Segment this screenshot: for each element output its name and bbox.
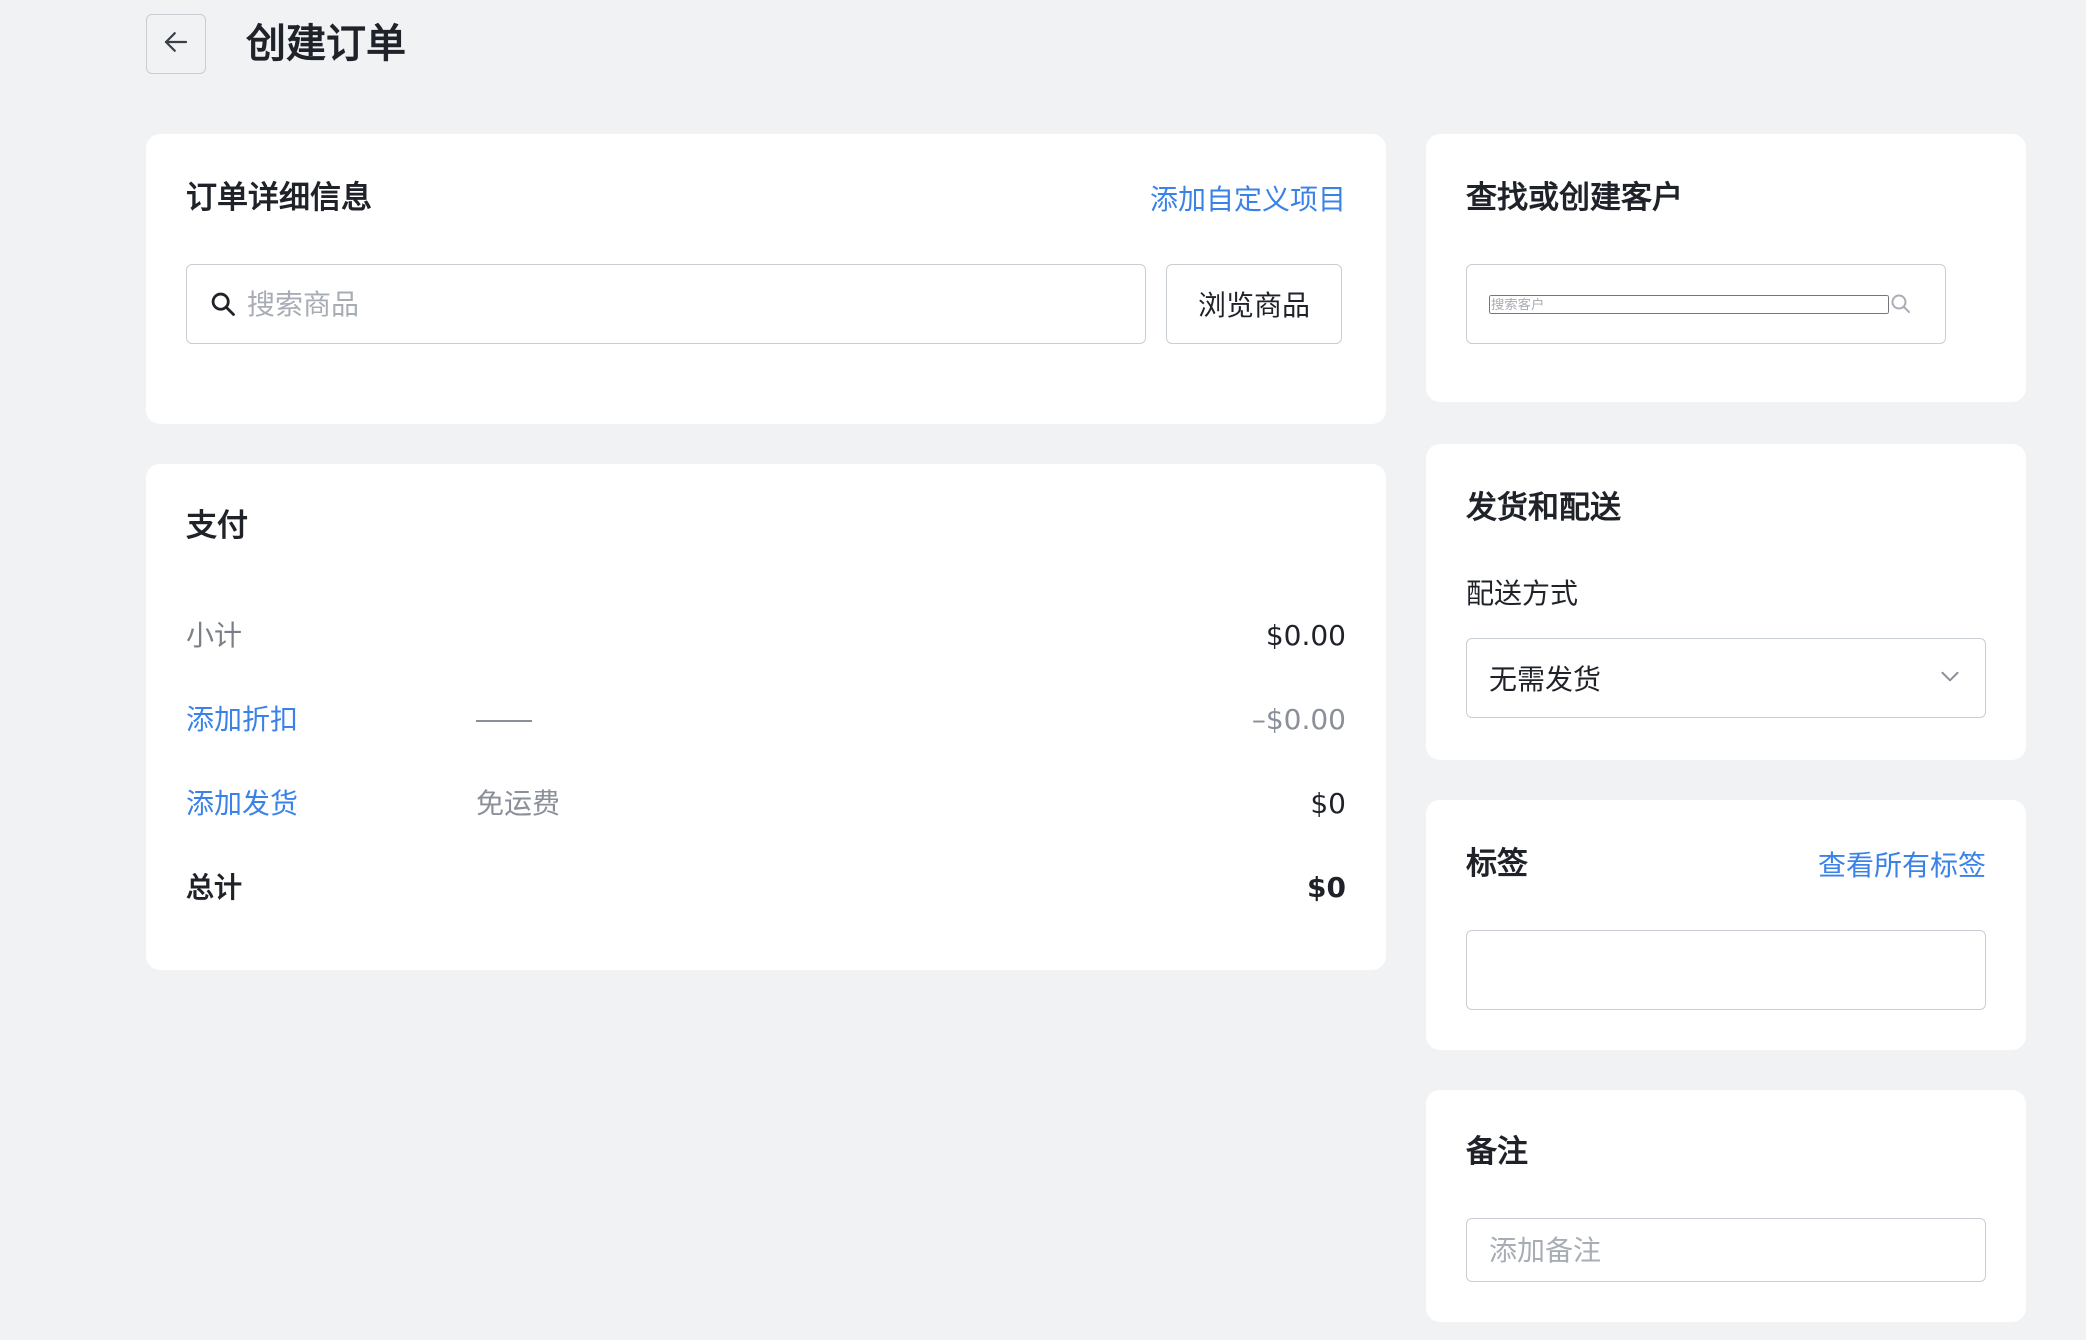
shipping-method-label: 配送方式 <box>1466 577 1579 610</box>
notes-card: 备注 <box>1426 1090 2026 1322</box>
shipping-value: $0 <box>1310 787 1346 820</box>
notes-field[interactable] <box>1466 1218 1986 1282</box>
shipping-method-select[interactable]: 无需发货 <box>1466 638 1986 718</box>
arrow-left-icon <box>161 27 191 61</box>
customer-search-field[interactable] <box>1466 264 1946 344</box>
order-details-card: 订单详细信息 添加自定义项目 浏览商品 <box>146 134 1386 424</box>
shipping-note: 免运费 <box>476 787 561 820</box>
page-title: 创建订单 <box>246 21 406 67</box>
add-shipping-link[interactable]: 添加发货 <box>186 784 298 824</box>
view-all-tags-link[interactable]: 查看所有标签 <box>1818 846 1986 886</box>
payment-card: 支付 小计 $0.00 添加折扣 –$0.00 添加发货 免运费 $0 总计 $… <box>146 464 1386 970</box>
discount-value: –$0.00 <box>1251 703 1346 736</box>
back-button[interactable] <box>146 14 206 74</box>
subtotal-value: $0.00 <box>1265 619 1346 652</box>
search-icon <box>1889 289 1919 319</box>
total-label: 总计 <box>186 871 243 904</box>
notes-input[interactable] <box>1489 1233 1959 1267</box>
customer-search-input[interactable] <box>1489 294 1889 314</box>
shipping-title: 发货和配送 <box>1466 490 1621 526</box>
create-order-page: 创建订单 订单详细信息 添加自定义项目 浏览商品 支付 小计 $0.00 添加折… <box>0 0 2086 1340</box>
product-search-field[interactable] <box>186 264 1146 344</box>
subtotal-label: 小计 <box>186 619 243 652</box>
tags-title: 标签 <box>1466 846 1528 882</box>
shipping-method-value: 无需发货 <box>1489 663 1602 696</box>
browse-products-button[interactable]: 浏览商品 <box>1166 264 1342 344</box>
total-value: $0 <box>1307 871 1346 904</box>
discount-row: 添加折扣 –$0.00 <box>186 700 1346 740</box>
shipping-card: 发货和配送 配送方式 无需发货 <box>1426 444 2026 760</box>
shipping-row: 添加发货 免运费 $0 <box>186 784 1346 824</box>
order-details-title: 订单详细信息 <box>186 180 372 216</box>
notes-title: 备注 <box>1466 1134 1528 1170</box>
add-discount-link[interactable]: 添加折扣 <box>186 700 298 740</box>
add-custom-item-link[interactable]: 添加自定义项目 <box>1150 180 1346 220</box>
customer-title: 查找或创建客户 <box>1466 180 1683 216</box>
tags-card: 标签 查看所有标签 <box>1426 800 2026 1050</box>
chevron-down-icon <box>1937 663 1963 693</box>
tags-field[interactable] <box>1466 930 1986 1010</box>
discount-placeholder-dash <box>476 720 532 722</box>
product-search-input[interactable] <box>247 287 1127 321</box>
total-row: 总计 $0 <box>186 868 1346 908</box>
tags-input[interactable] <box>1489 953 1959 987</box>
customer-card: 查找或创建客户 <box>1426 134 2026 402</box>
payment-title: 支付 <box>186 508 248 544</box>
subtotal-row: 小计 $0.00 <box>186 616 1346 656</box>
search-icon <box>209 289 239 319</box>
